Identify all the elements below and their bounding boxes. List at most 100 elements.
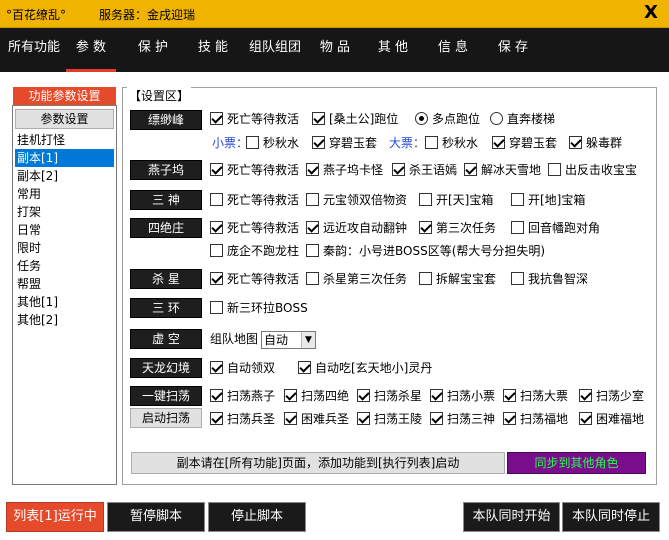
team-map-select[interactable]: 自动 ▼ bbox=[261, 331, 316, 349]
sidebar-item-quest[interactable]: 任务 bbox=[15, 257, 114, 275]
opt-sijue-pillar[interactable]: 庞企不跑龙柱 bbox=[210, 243, 299, 261]
run-list-button[interactable]: 列表[1]运行中 bbox=[6, 502, 104, 532]
opt-big-biyu[interactable]: 穿碧玉套 bbox=[492, 135, 557, 153]
opt-tianlong-pill[interactable]: 自动吃[玄天地小]灵丹 bbox=[298, 360, 432, 378]
opt-sweep-wangling[interactable]: 扫荡王陵 bbox=[357, 411, 422, 429]
team-stop-button[interactable]: 本队同时停止 bbox=[562, 502, 660, 532]
opt-piaomiao-stairs[interactable]: 直奔楼梯 bbox=[490, 111, 555, 129]
sidebar-item-grind[interactable]: 挂机打怪 bbox=[15, 131, 114, 149]
opt-yanziwu-wang[interactable]: 杀王语嫣 bbox=[392, 162, 457, 180]
opt-sweep-sijue[interactable]: 扫荡四绝 bbox=[284, 388, 349, 406]
sidebar-item-other-2[interactable]: 其他[2] bbox=[15, 311, 114, 329]
sidebar-item-guild[interactable]: 帮盟 bbox=[15, 275, 114, 293]
sidebar-item-other-1[interactable]: 其他[1] bbox=[15, 293, 114, 311]
checkbox-icon bbox=[511, 221, 524, 234]
opt-shaxing-death[interactable]: 死亡等待救活 bbox=[210, 271, 299, 289]
row-label-sanhuan: 三 环 bbox=[130, 298, 202, 318]
tab-protect[interactable]: 保 护 bbox=[130, 28, 176, 72]
opt-sweep-hard-bingsheng[interactable]: 困难兵圣 bbox=[284, 411, 349, 429]
opt-yanziwu-stuck[interactable]: 燕子坞卡怪 bbox=[306, 162, 383, 180]
opt-sweep-small[interactable]: 扫荡小票 bbox=[430, 388, 495, 406]
opt-sweep-shaxing[interactable]: 扫荡杀星 bbox=[357, 388, 422, 406]
checkbox-icon bbox=[425, 136, 438, 149]
checkbox-icon bbox=[246, 136, 259, 149]
start-sweep-button[interactable]: 启动扫荡 bbox=[130, 408, 202, 428]
tab-skills[interactable]: 技 能 bbox=[190, 28, 236, 72]
opt-sweep-big[interactable]: 扫荡大票 bbox=[503, 388, 568, 406]
close-icon[interactable]: X bbox=[640, 3, 662, 23]
checkbox-icon bbox=[579, 412, 592, 425]
opt-shaxing-dismantle[interactable]: 拆解宝宝套 bbox=[419, 271, 496, 289]
opt-sweep-bingsheng[interactable]: 扫荡兵圣 bbox=[210, 411, 275, 429]
sync-other-roles-button[interactable]: 同步到其他角色 bbox=[507, 452, 646, 474]
opt-big-poison[interactable]: 躲毒群 bbox=[569, 135, 622, 153]
opt-sanshen-death[interactable]: 死亡等待救活 bbox=[210, 192, 299, 210]
opt-yanziwu-ice[interactable]: 解冰天雪地 bbox=[464, 162, 541, 180]
checkbox-icon bbox=[430, 412, 443, 425]
tab-other[interactable]: 其 他 bbox=[370, 28, 416, 72]
sidebar-item-limited[interactable]: 限时 bbox=[15, 239, 114, 257]
tab-params[interactable]: 参 数 bbox=[66, 28, 116, 72]
param-settings-button[interactable]: 参数设置 bbox=[15, 109, 114, 129]
opt-sweep-hard-fudi[interactable]: 困难福地 bbox=[579, 411, 644, 429]
opt-sanshen-double[interactable]: 元宝领双倍物资 bbox=[306, 192, 407, 210]
checkbox-icon bbox=[430, 389, 443, 402]
sidebar-header: 功能参数设置 bbox=[13, 87, 116, 105]
opt-piaomiao-death[interactable]: 死亡等待救活 bbox=[210, 111, 299, 129]
sidebar-item-dungeon-2[interactable]: 副本[2] bbox=[15, 167, 114, 185]
checkbox-icon bbox=[210, 361, 223, 374]
dungeon-note-button[interactable]: 副本请在[所有功能]页面，添加功能到[执行列表]启动 bbox=[131, 452, 505, 474]
sidebar-item-fight[interactable]: 打架 bbox=[15, 203, 114, 221]
stop-script-button[interactable]: 停止脚本 bbox=[208, 502, 306, 532]
opt-sijue-qinyun[interactable]: 秦韵：小号进BOSS区等(帮大号分担失明) bbox=[306, 243, 545, 261]
opt-small-qiushui[interactable]: 秒秋水 bbox=[246, 135, 299, 153]
opt-sijue-death[interactable]: 死亡等待救活 bbox=[210, 220, 299, 238]
checkbox-icon bbox=[210, 412, 223, 425]
tab-info[interactable]: 信 息 bbox=[430, 28, 476, 72]
opt-sanhuan-boss[interactable]: 新三环拉BOSS bbox=[210, 300, 308, 318]
sidebar-item-dungeon-1[interactable]: 副本[1] bbox=[15, 149, 114, 167]
checkbox-icon bbox=[306, 221, 319, 234]
checkbox-icon bbox=[492, 136, 505, 149]
opt-tianlong-double[interactable]: 自动领双 bbox=[210, 360, 275, 378]
checkbox-icon bbox=[210, 163, 223, 176]
pause-script-button[interactable]: 暂停脚本 bbox=[107, 502, 205, 532]
tab-items[interactable]: 物 品 bbox=[312, 28, 358, 72]
checkbox-icon bbox=[503, 412, 516, 425]
checkbox-icon bbox=[503, 389, 516, 402]
checkbox-icon bbox=[357, 412, 370, 425]
opt-sweep-shaoshi[interactable]: 扫荡少室 bbox=[579, 388, 644, 406]
checkbox-icon bbox=[210, 389, 223, 402]
opt-shaxing-tank[interactable]: 我抗鲁智深 bbox=[511, 271, 588, 289]
checkbox-icon bbox=[306, 244, 319, 257]
opt-sweep-yanzi[interactable]: 扫荡燕子 bbox=[210, 388, 275, 406]
opt-sijue-third[interactable]: 第三次任务 bbox=[419, 220, 496, 238]
sidebar-item-daily[interactable]: 日常 bbox=[15, 221, 114, 239]
opt-small-biyu[interactable]: 穿碧玉套 bbox=[312, 135, 377, 153]
checkbox-icon bbox=[511, 272, 524, 285]
title-bar: °百花缭乱° 服务器：金戌迎瑞 X bbox=[0, 0, 669, 28]
team-start-button[interactable]: 本队同时开始 bbox=[463, 502, 560, 532]
tab-all-functions[interactable]: 所有功能 bbox=[6, 28, 62, 72]
opt-sijue-bell[interactable]: 远近攻自动翻钟 bbox=[306, 220, 407, 238]
row-label-shaxing: 杀 星 bbox=[130, 269, 202, 289]
opt-big-qiushui[interactable]: 秒秋水 bbox=[425, 135, 478, 153]
checkbox-icon bbox=[306, 272, 319, 285]
opt-piaomiao-multipoint[interactable]: 多点跑位 bbox=[415, 111, 480, 129]
opt-sijue-banner[interactable]: 回音幡跑对角 bbox=[511, 220, 600, 238]
radio-icon bbox=[415, 112, 428, 125]
tab-save[interactable]: 保 存 bbox=[490, 28, 536, 72]
opt-sweep-sanshen[interactable]: 扫荡三神 bbox=[430, 411, 495, 429]
checkbox-icon bbox=[312, 112, 325, 125]
opt-shaxing-third[interactable]: 杀星第三次任务 bbox=[306, 271, 407, 289]
opt-yanziwu-death[interactable]: 死亡等待救活 bbox=[210, 162, 299, 180]
opt-sweep-fudi[interactable]: 扫荡福地 bbox=[503, 411, 568, 429]
checkbox-icon bbox=[284, 412, 297, 425]
opt-sanshen-tian[interactable]: 开[天]宝箱 bbox=[419, 192, 493, 210]
sidebar-item-common[interactable]: 常用 bbox=[15, 185, 114, 203]
opt-sanshen-di[interactable]: 开[地]宝箱 bbox=[511, 192, 585, 210]
checkbox-icon bbox=[419, 193, 432, 206]
opt-piaomiao-sangtu[interactable]: [桑土公]跑位 bbox=[312, 111, 398, 129]
opt-yanziwu-counter[interactable]: 出反击收宝宝 bbox=[548, 162, 637, 180]
tab-team[interactable]: 组队组团 bbox=[246, 28, 304, 72]
